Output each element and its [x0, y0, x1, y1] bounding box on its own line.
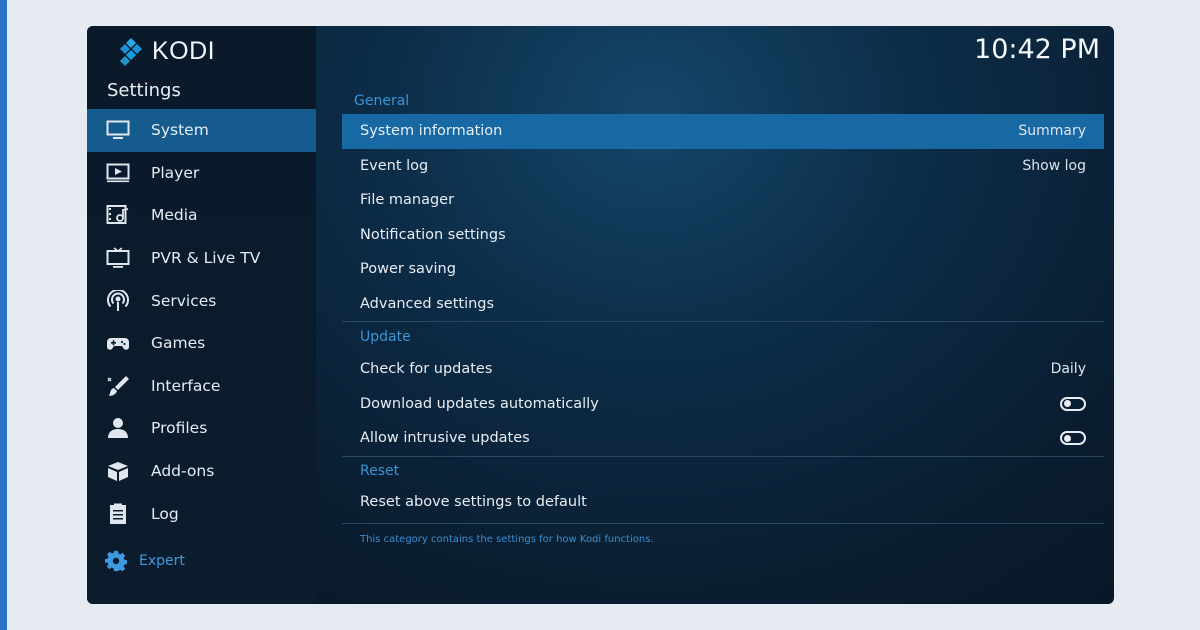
sidebar-item-label: Log — [151, 504, 179, 523]
settings-content: General System information Summary Event… — [342, 88, 1104, 545]
brush-icon — [105, 375, 131, 397]
setting-label: Reset above settings to default — [360, 493, 587, 510]
media-icon — [105, 204, 131, 226]
category-description: This category contains the settings for … — [360, 534, 654, 545]
kodi-logo-icon — [120, 38, 142, 66]
setting-label: File manager — [360, 192, 455, 209]
kodi-logo: KODI — [116, 36, 216, 66]
section-header-reset: Reset — [360, 462, 400, 479]
sidebar-item-label: PVR & Live TV — [151, 249, 261, 268]
expert-label: Expert — [139, 553, 185, 569]
toggle-switch[interactable] — [1060, 431, 1086, 446]
monitor-icon — [105, 119, 131, 141]
setting-file-manager[interactable]: File manager — [342, 183, 1104, 218]
left-edge-accent — [0, 0, 7, 630]
setting-value: Daily — [1050, 361, 1086, 378]
setting-event-log[interactable]: Event log Show log — [342, 149, 1104, 184]
sidebar-item-player[interactable]: Player — [87, 152, 316, 195]
sidebar-nav: System Player Media PVR & Live TV Servic… — [87, 109, 316, 535]
setting-label: Notification settings — [360, 226, 506, 243]
sidebar-item-label: Interface — [151, 376, 221, 395]
setting-label: Event log — [360, 157, 429, 174]
broadcast-icon — [105, 289, 131, 312]
sidebar-item-pvr[interactable]: PVR & Live TV — [87, 237, 316, 280]
tv-icon — [105, 247, 131, 269]
user-icon — [105, 417, 131, 439]
clipboard-icon — [105, 503, 131, 525]
setting-allow-intrusive-updates[interactable]: Allow intrusive updates — [342, 421, 1104, 456]
box-icon — [105, 460, 131, 482]
sidebar-item-interface[interactable]: Interface — [87, 365, 316, 408]
setting-label: Power saving — [360, 261, 456, 278]
page-title: Settings — [107, 80, 181, 101]
toggle-switch[interactable] — [1060, 396, 1086, 411]
gear-icon — [105, 550, 127, 572]
setting-system-information[interactable]: System information Summary — [342, 114, 1104, 149]
setting-reset-to-default[interactable]: Reset above settings to default — [342, 485, 1104, 520]
sidebar-item-label: Add-ons — [151, 462, 215, 481]
kodi-logo-text: KODI — [152, 36, 216, 65]
setting-label: System information — [360, 123, 503, 140]
setting-advanced-settings[interactable]: Advanced settings — [342, 287, 1104, 322]
section-header-update: Update — [360, 329, 411, 345]
gamepad-icon — [105, 332, 131, 354]
setting-label: Check for updates — [360, 361, 493, 378]
sidebar-item-label: Profiles — [151, 419, 208, 438]
setting-power-saving[interactable]: Power saving — [342, 252, 1104, 287]
setting-label: Download updates automatically — [360, 395, 599, 412]
setting-label: Allow intrusive updates — [360, 430, 530, 447]
sidebar-item-games[interactable]: Games — [87, 322, 316, 365]
setting-download-updates-automatically[interactable]: Download updates automatically — [342, 387, 1104, 422]
sidebar-item-system[interactable]: System — [87, 109, 316, 152]
sidebar-item-label: Player — [151, 163, 200, 182]
sidebar-item-services[interactable]: Services — [87, 279, 316, 322]
sidebar-item-label: Games — [151, 334, 206, 353]
setting-value: Show log — [1022, 157, 1086, 174]
setting-value: Summary — [1018, 123, 1086, 140]
setting-check-for-updates[interactable]: Check for updates Daily — [342, 352, 1104, 387]
sidebar-item-label: Media — [151, 206, 198, 225]
play-icon — [105, 162, 131, 184]
sidebar-item-media[interactable]: Media — [87, 194, 316, 237]
sidebar-item-profiles[interactable]: Profiles — [87, 407, 316, 450]
clock: 10:42 PM — [974, 34, 1100, 65]
expert-level-button[interactable]: Expert — [105, 550, 185, 572]
kodi-window: KODI Settings System Player Media PVR & … — [87, 26, 1114, 604]
setting-notification-settings[interactable]: Notification settings — [342, 218, 1104, 253]
sidebar-item-addons[interactable]: Add-ons — [87, 450, 316, 493]
sidebar-item-log[interactable]: Log — [87, 492, 316, 535]
setting-label: Advanced settings — [360, 295, 495, 312]
sidebar-item-label: System — [151, 121, 209, 140]
sidebar: KODI Settings System Player Media PVR & … — [87, 26, 316, 604]
sidebar-item-label: Services — [151, 291, 217, 310]
section-header-general: General — [354, 93, 410, 109]
